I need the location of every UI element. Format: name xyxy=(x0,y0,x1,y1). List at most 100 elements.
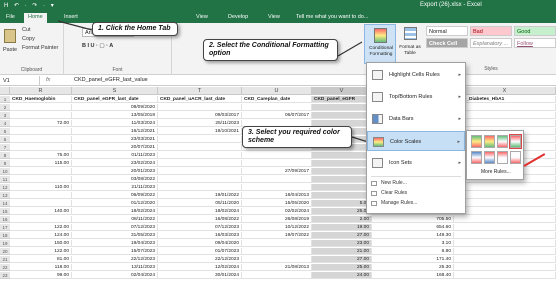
cell-x[interactable] xyxy=(454,256,556,263)
cell-s[interactable]: 19/04/2023 xyxy=(72,240,158,247)
row-number[interactable]: 15 xyxy=(0,208,10,215)
cell-t[interactable]: 07/12/2023 xyxy=(158,224,242,231)
cell-u[interactable] xyxy=(242,248,312,255)
menu-item-data-bars[interactable]: Data Bars ▸ xyxy=(367,109,465,129)
cell-x[interactable] xyxy=(454,264,556,271)
tab-insert[interactable]: Insert xyxy=(64,14,78,20)
menu-item-clear-rules[interactable]: Clear Rules xyxy=(367,189,465,198)
cell-r[interactable]: 140.00 xyxy=(10,208,72,215)
cell-v[interactable] xyxy=(312,192,372,199)
tab-view[interactable]: View xyxy=(196,14,208,20)
cell-u[interactable] xyxy=(242,104,312,111)
cell-r[interactable]: 115.00 xyxy=(10,160,72,167)
color-scale-option[interactable] xyxy=(497,151,508,164)
cell-s[interactable]: 15/07/2023 xyxy=(72,248,158,255)
cell-r[interactable] xyxy=(10,144,72,151)
cell-s[interactable]: 20/01/2023 xyxy=(72,168,158,175)
header-cell-s[interactable]: CKD_panel_eGFR_last_date xyxy=(72,96,158,103)
row-number[interactable]: 17 xyxy=(0,224,10,231)
cell-x[interactable] xyxy=(454,208,556,215)
tab-home[interactable]: Home xyxy=(24,13,47,23)
cell-v[interactable]: 19.00 xyxy=(312,224,372,231)
cell-r[interactable]: 122.00 xyxy=(10,224,72,231)
cell-w[interactable]: 3.10 xyxy=(372,240,454,247)
cell-w[interactable]: 705.50 xyxy=(372,216,454,223)
style-check-cell[interactable]: Check Cell xyxy=(426,38,468,48)
cell-r[interactable]: 72.00 xyxy=(10,120,72,127)
quick-access-toolbar[interactable]: H ↶ · ↷ · ▾ xyxy=(4,2,56,9)
cell-v[interactable] xyxy=(312,160,372,167)
color-scale-option[interactable] xyxy=(510,151,521,164)
select-all-corner[interactable] xyxy=(0,87,10,95)
cell-r[interactable]: 122.00 xyxy=(10,248,72,255)
conditional-formatting-button[interactable]: Conditional Formatting xyxy=(364,24,396,64)
cell-s[interactable]: 23/03/2021 xyxy=(72,136,158,143)
cell-t[interactable]: 19/01/2022 xyxy=(158,192,242,199)
cell-t[interactable]: 12/02/2024 xyxy=(158,264,242,271)
cell-r[interactable]: 75.00 xyxy=(10,152,72,159)
row-number[interactable]: 8 xyxy=(0,152,10,159)
cell-t[interactable] xyxy=(158,104,242,111)
style-normal[interactable]: Normal xyxy=(426,26,468,36)
row-number[interactable]: 2 xyxy=(0,104,10,111)
cell-w[interactable]: 149.30 xyxy=(372,232,454,239)
row-number[interactable]: 4 xyxy=(0,120,10,127)
row-number[interactable]: 5 xyxy=(0,128,10,135)
cell-x[interactable] xyxy=(454,104,556,111)
cell-t[interactable] xyxy=(158,136,242,143)
cell-r[interactable] xyxy=(10,128,72,135)
cell-v[interactable] xyxy=(312,112,372,119)
cell-s[interactable]: 16/12/2021 xyxy=(72,128,158,135)
cell-u[interactable]: 15/05/2020 xyxy=(242,200,312,207)
cell-v[interactable]: 27.00 xyxy=(312,232,372,239)
cell-t[interactable] xyxy=(158,144,242,151)
cell-t[interactable] xyxy=(158,176,242,183)
cell-r[interactable]: 110.00 xyxy=(10,184,72,191)
cell-r[interactable] xyxy=(10,168,72,175)
cell-v[interactable] xyxy=(312,104,372,111)
cell-u[interactable] xyxy=(242,184,312,191)
cell-w[interactable]: 171.40 xyxy=(372,256,454,263)
cell-s[interactable]: 08/09/2020 xyxy=(72,104,158,111)
cell-u[interactable]: 19/07/2022 xyxy=(242,232,312,239)
cell-r[interactable] xyxy=(10,216,72,223)
cell-u[interactable] xyxy=(242,272,312,279)
cell-v[interactable]: 5.00 xyxy=(312,200,372,207)
row-number[interactable]: 10 xyxy=(0,168,10,175)
header-cell-t[interactable]: CKD_panel_uACR_last_date xyxy=(158,96,242,103)
cell-u[interactable]: 26/08/2019 xyxy=(242,216,312,223)
cell-u[interactable]: 06/07/2017 xyxy=(242,112,312,119)
name-box[interactable]: V1 xyxy=(0,76,40,86)
cell-x[interactable] xyxy=(454,224,556,231)
menu-item-top-bottom-rules[interactable]: Top/Bottom Rules ▸ xyxy=(367,87,465,107)
cell-r[interactable]: 99.00 xyxy=(10,272,72,279)
cell-x[interactable] xyxy=(454,248,556,255)
cell-r[interactable] xyxy=(10,176,72,183)
header-cell-u[interactable]: CKD_Careplan_date xyxy=(242,96,312,103)
row-number[interactable]: 13 xyxy=(0,192,10,199)
column-header-t[interactable]: T xyxy=(158,87,242,95)
row-number[interactable]: 20 xyxy=(0,248,10,255)
color-scale-option[interactable] xyxy=(484,135,495,148)
row-number[interactable]: 11 xyxy=(0,176,10,183)
cell-s[interactable]: 23/02/2024 xyxy=(72,160,158,167)
cut-button[interactable]: Cut xyxy=(22,27,31,33)
cell-s[interactable]: 13/11/2023 xyxy=(72,264,158,271)
menu-item-manage-rules[interactable]: Manage Rules... xyxy=(367,199,465,208)
cell-u[interactable] xyxy=(242,160,312,167)
row-number[interactable]: 21 xyxy=(0,256,10,263)
more-rules-link[interactable]: More Rules... xyxy=(481,169,511,175)
cell-r[interactable]: 81.00 xyxy=(10,256,72,263)
cell-v[interactable]: 24.00 xyxy=(312,272,372,279)
cell-t[interactable]: 19/10/2021 xyxy=(158,128,242,135)
cell-s[interactable]: 03/08/2022 xyxy=(72,176,158,183)
cell-r[interactable]: 150.00 xyxy=(10,240,72,247)
cell-r[interactable] xyxy=(10,192,72,199)
menu-item-new-rule[interactable]: New Rule... xyxy=(367,179,465,188)
cell-v[interactable] xyxy=(312,176,372,183)
cell-u[interactable]: 18/04/2013 xyxy=(242,192,312,199)
cell-r[interactable]: 124.00 xyxy=(10,232,72,239)
style-followed-hyperlink[interactable]: Follow xyxy=(514,38,556,48)
style-explanatory[interactable]: Explanatory ... xyxy=(470,38,512,48)
cell-s[interactable]: 13/05/2018 xyxy=(72,112,158,119)
